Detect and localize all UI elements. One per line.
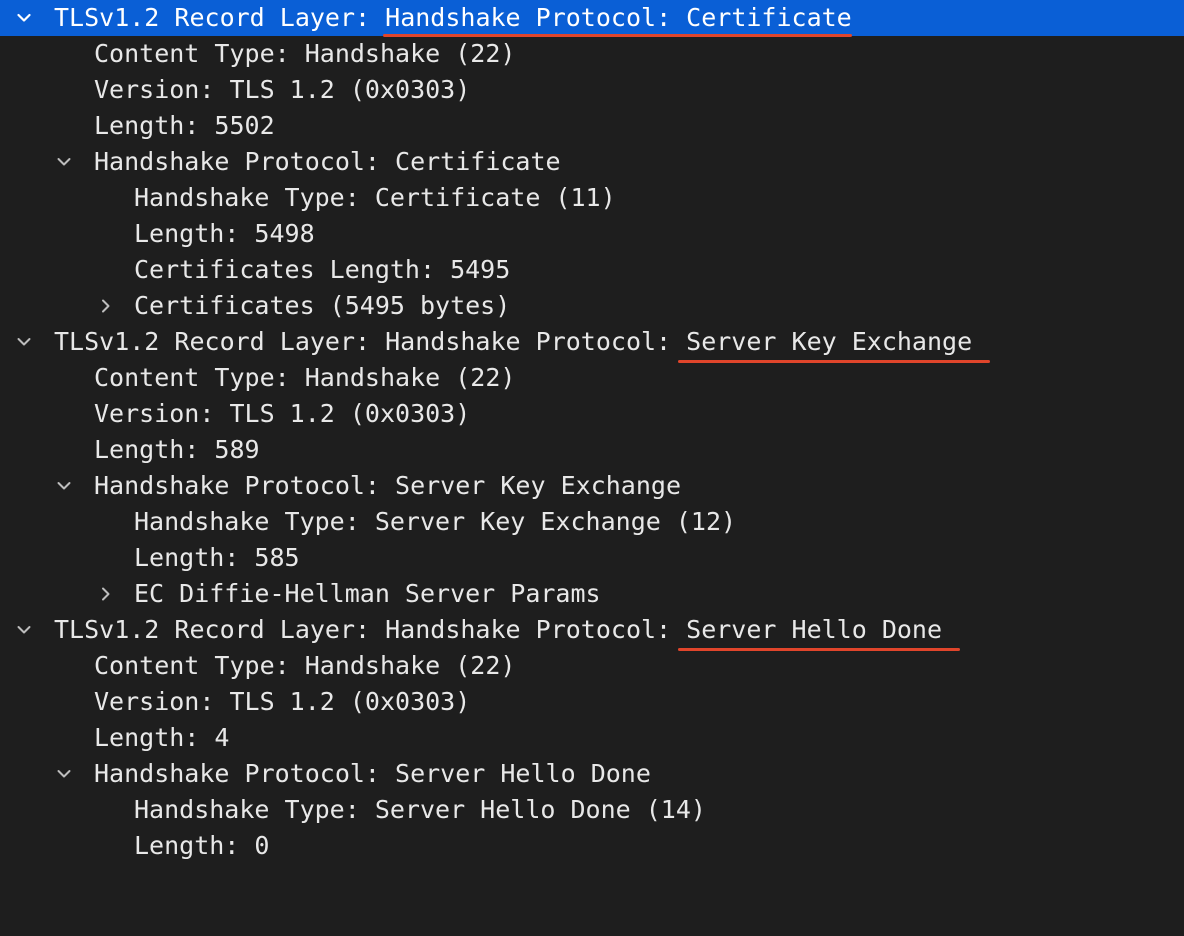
field-label: Content Type: Handshake (22) — [94, 363, 516, 392]
tree-row-length[interactable]: Length: 5502 — [0, 108, 1184, 144]
tree-row-content-type[interactable]: Content Type: Handshake (22) — [0, 36, 1184, 72]
record-layer-highlight: Server Hello Done — [686, 615, 943, 644]
field-label: Handshake Protocol: Certificate — [94, 147, 561, 176]
chevron-down-icon[interactable] — [54, 756, 74, 792]
field-label: Handshake Type: Server Hello Done (14) — [134, 795, 706, 824]
tree-row-handshake-length[interactable]: Length: 0 — [0, 828, 1184, 864]
tree-row-content-type[interactable]: Content Type: Handshake (22) — [0, 648, 1184, 684]
annotated-text: Handshake Protocol: Certificate — [383, 0, 852, 37]
chevron-down-icon[interactable] — [14, 324, 34, 360]
record-layer-highlight: Handshake Protocol: Certificate — [385, 3, 852, 32]
field-label: Handshake Protocol: Server Hello Done — [94, 759, 651, 788]
record-layer-label: TLSv1.2 Record Layer: Handshake Protocol… — [54, 0, 852, 37]
chevron-down-icon[interactable] — [54, 468, 74, 504]
field-label: Version: TLS 1.2 (0x0303) — [94, 687, 471, 716]
tree-row-handshake-type[interactable]: Handshake Type: Server Key Exchange (12) — [0, 504, 1184, 540]
field-label: Handshake Type: Server Key Exchange (12) — [134, 507, 737, 536]
tree-row-handshake-type[interactable]: Handshake Type: Certificate (11) — [0, 180, 1184, 216]
tree-row-handshake-protocol[interactable]: Handshake Protocol: Server Key Exchange — [0, 468, 1184, 504]
chevron-down-icon[interactable] — [54, 144, 74, 180]
tree-row-certificates-length[interactable]: Certificates Length: 5495 — [0, 252, 1184, 288]
tree-row-handshake-protocol[interactable]: Handshake Protocol: Server Hello Done — [0, 756, 1184, 792]
field-label: Version: TLS 1.2 (0x0303) — [94, 75, 471, 104]
field-label: Length: 585 — [134, 543, 300, 572]
tree-row-handshake-protocol[interactable]: Handshake Protocol: Certificate — [0, 144, 1184, 180]
chevron-down-icon[interactable] — [14, 0, 34, 36]
field-label: Version: TLS 1.2 (0x0303) — [94, 399, 471, 428]
tree-row-version[interactable]: Version: TLS 1.2 (0x0303) — [0, 396, 1184, 432]
field-label: EC Diffie-Hellman Server Params — [134, 579, 601, 608]
tree-row-length[interactable]: Length: 4 — [0, 720, 1184, 756]
field-label: Certificates (5495 bytes) — [134, 291, 511, 320]
tree-row-handshake-length[interactable]: Length: 5498 — [0, 216, 1184, 252]
chevron-right-icon[interactable] — [96, 288, 116, 324]
field-label: Length: 0 — [134, 831, 270, 860]
tree-row-handshake-type[interactable]: Handshake Type: Server Hello Done (14) — [0, 792, 1184, 828]
annotated-text: Server Hello Done — [678, 612, 961, 651]
record-layer-prefix: TLSv1.2 Record Layer: Handshake Protocol… — [54, 327, 687, 356]
field-label: Length: 5502 — [94, 111, 275, 140]
tree-row-version[interactable]: Version: TLS 1.2 (0x0303) — [0, 684, 1184, 720]
tree-row-content-type[interactable]: Content Type: Handshake (22) — [0, 360, 1184, 396]
field-label: Handshake Type: Certificate (11) — [134, 183, 616, 212]
packet-details-tree: TLSv1.2 Record Layer: Handshake Protocol… — [0, 0, 1184, 864]
field-label: Content Type: Handshake (22) — [94, 651, 516, 680]
chevron-down-icon[interactable] — [14, 612, 34, 648]
annotated-text: Server Key Exchange — [678, 324, 991, 363]
tree-row-version[interactable]: Version: TLS 1.2 (0x0303) — [0, 72, 1184, 108]
tree-row-handshake-length[interactable]: Length: 585 — [0, 540, 1184, 576]
tree-row-certificates[interactable]: Certificates (5495 bytes) — [0, 288, 1184, 324]
record-layer-label: TLSv1.2 Record Layer: Handshake Protocol… — [54, 612, 961, 651]
tree-row-length[interactable]: Length: 589 — [0, 432, 1184, 468]
field-label: Content Type: Handshake (22) — [94, 39, 516, 68]
record-layer-label: TLSv1.2 Record Layer: Handshake Protocol… — [54, 324, 991, 363]
field-label: Certificates Length: 5495 — [134, 255, 511, 284]
field-label: Length: 589 — [94, 435, 260, 464]
record-layer-prefix: TLSv1.2 Record Layer: Handshake Protocol… — [54, 615, 687, 644]
tree-row-record-certificate[interactable]: TLSv1.2 Record Layer: Handshake Protocol… — [0, 0, 1184, 37]
chevron-right-icon[interactable] — [96, 576, 116, 612]
tree-row-record-server-hello-done[interactable]: TLSv1.2 Record Layer: Handshake Protocol… — [0, 612, 1184, 651]
tree-row-record-server-key-exchange[interactable]: TLSv1.2 Record Layer: Handshake Protocol… — [0, 324, 1184, 363]
field-label: Length: 4 — [94, 723, 230, 752]
field-label: Length: 5498 — [134, 219, 315, 248]
field-label: Handshake Protocol: Server Key Exchange — [94, 471, 681, 500]
record-layer-highlight: Server Key Exchange — [686, 327, 973, 356]
record-layer-prefix: TLSv1.2 Record Layer: — [54, 3, 386, 32]
tree-row-ecdh-params[interactable]: EC Diffie-Hellman Server Params — [0, 576, 1184, 612]
